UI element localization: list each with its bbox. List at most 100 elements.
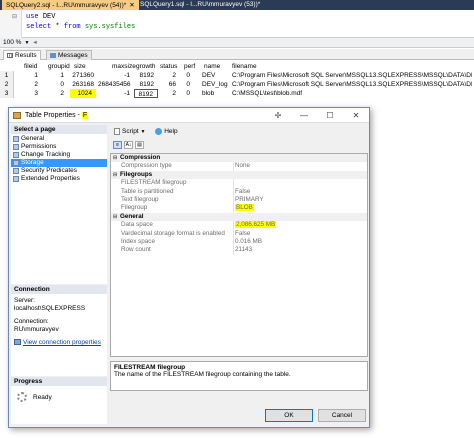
cell[interactable]: 2 [158, 71, 180, 80]
alphabetical-icon[interactable]: A↓ [124, 141, 133, 149]
column-header[interactable]: status [160, 62, 184, 71]
cell[interactable]: 1 [42, 71, 68, 80]
column-header[interactable]: fileid [24, 62, 46, 71]
ok-button[interactable]: OK [265, 409, 313, 422]
dialog-title-bar[interactable]: Table Properties - F ✢ — ☐ ✕ [9, 108, 369, 123]
page-icon [13, 144, 19, 150]
cell[interactable]: DEV_log [202, 80, 230, 89]
cell[interactable]: 0 [180, 80, 194, 89]
page-item-general[interactable]: General [11, 135, 107, 143]
property-row[interactable]: Compression type None [111, 162, 367, 171]
table-row[interactable]: 3 3 2 1024 -1 8192 2 0 blob C:\MSSQL\tes… [0, 89, 474, 98]
cell[interactable]: 2 [14, 80, 42, 89]
cell[interactable]: 0 [42, 80, 68, 89]
page-item-security-predicates[interactable]: Security Predicates [11, 167, 107, 175]
table-properties-dialog: Table Properties - F ✢ — ☐ ✕ Select a pa… [8, 107, 370, 428]
property-row-data-space[interactable]: Data space 2,086.625 MB [111, 221, 367, 230]
scroll-left-icon[interactable]: ◂ [33, 38, 36, 48]
dialog-buttons: OK Cancel [110, 409, 368, 425]
cell[interactable]: 2 [42, 89, 68, 98]
page-item-extended-properties[interactable]: Extended Properties [11, 175, 107, 183]
minimize-icon[interactable]: — [295, 108, 313, 123]
property-grid[interactable]: ⊟ Compression Compression type None ⊟ Fileg… [110, 153, 368, 357]
cell[interactable]: C:\Program Files\Microsoft SQL Server\MS… [232, 71, 472, 80]
property-row[interactable]: Vardecimal storage format is enabled Fals… [111, 229, 367, 238]
maximize-icon[interactable]: ☐ [321, 108, 339, 123]
tab-results[interactable]: Results [3, 50, 41, 60]
progress-status: Ready [33, 394, 52, 401]
connection-properties-icon [14, 339, 21, 346]
property-row[interactable]: Row count 21143 [111, 246, 367, 255]
cell[interactable]: 271360 [68, 71, 98, 80]
property-row[interactable]: FILESTREAM filegroup [111, 179, 367, 188]
help-button[interactable]: Help [155, 125, 178, 139]
cell[interactable]: 8192 [134, 80, 158, 89]
table-row[interactable]: 1 1 1 271360 -1 8192 2 0 DEV C:\Program … [0, 71, 474, 80]
page-icon [13, 152, 19, 158]
page-item-permissions[interactable]: Permissions [11, 143, 107, 151]
description-title: FILESTREAM filegroup [114, 364, 186, 371]
close-icon[interactable]: ✕ [129, 2, 134, 9]
cell-selected[interactable]: 8192 [134, 89, 158, 98]
column-header[interactable]: filename [232, 62, 272, 71]
progress-spinner-icon [17, 392, 27, 402]
property-row[interactable]: Index space 0.016 MB [111, 237, 367, 247]
query-editor[interactable]: ⊟ use DEV select * from sys.sysfiles [0, 10, 474, 38]
script-button[interactable]: Script ▼ [114, 125, 145, 139]
description-text: The name of the FILESTREAM filegroup con… [114, 371, 291, 378]
cancel-button[interactable]: Cancel [318, 409, 366, 422]
column-header[interactable]: name [204, 62, 224, 71]
row-number[interactable]: 1 [0, 71, 14, 80]
tab-messages[interactable]: Messages [46, 50, 92, 60]
property-row[interactable]: Table is partitioned False [111, 187, 367, 196]
property-row[interactable]: Text filegroup PRIMARY [111, 195, 367, 205]
property-category[interactable]: ⊟ General [111, 212, 367, 222]
tab-sqlquery1[interactable]: SQLQuery1.sql - I...RU\mmuravyev (53))* [136, 0, 264, 10]
page-item-change-tracking[interactable]: Change Tracking [11, 151, 107, 159]
connection-header: Connection [11, 285, 107, 294]
property-category[interactable]: ⊟ Compression [111, 154, 367, 163]
collapse-icon[interactable]: ⊟ [113, 213, 117, 221]
cell[interactable]: 66 [158, 80, 180, 89]
cell[interactable]: -1 [98, 89, 134, 98]
column-header[interactable]: groupid [48, 62, 72, 71]
zoom-select[interactable]: 100 % [3, 39, 21, 46]
resize-icon[interactable]: ✢ [269, 108, 287, 123]
left-pane: Select a page General Permissions Change… [11, 125, 107, 425]
cell[interactable]: -1 [98, 71, 134, 80]
cell[interactable]: C:\Program Files\Microsoft SQL Server\MS… [232, 80, 472, 89]
cell[interactable]: 268435456 [98, 80, 134, 89]
cell-size-highlighted[interactable]: 1024 [70, 89, 96, 98]
table-row[interactable]: 2 2 0 263168 268435456 8192 66 0 DEV_log… [0, 80, 474, 89]
tab-sqlquery2[interactable]: SQLQuery2.sql - I...RU\mmuravyev (54))* ✕ [2, 0, 139, 10]
cell[interactable]: 0 [180, 89, 194, 98]
chevron-down-icon[interactable]: ▼ [24, 38, 29, 48]
cell[interactable]: C:\MSSQL\test\blob.mdf [232, 89, 472, 98]
cell[interactable]: 1 [14, 71, 42, 80]
property-pages-icon[interactable]: ▤ [135, 141, 144, 149]
view-connection-properties-link[interactable]: View connection properties [14, 339, 104, 347]
column-header[interactable]: perf [184, 62, 202, 71]
categorized-icon[interactable]: ≡ [113, 141, 122, 149]
row-number[interactable]: 2 [0, 80, 14, 89]
progress-section: Progress Ready [11, 377, 107, 424]
column-header[interactable]: size [74, 62, 104, 71]
cell[interactable]: 8192 [134, 71, 158, 80]
cell[interactable]: 0 [180, 71, 194, 80]
property-description: FILESTREAM filegroup The name of the FIL… [110, 361, 368, 391]
property-category[interactable]: ⊟ Filegroups [111, 170, 367, 180]
close-icon[interactable]: ✕ [347, 108, 365, 123]
cell[interactable]: blob [202, 89, 230, 98]
code-line-2: select * from sys.sysfiles [26, 23, 136, 31]
cell[interactable]: 3 [14, 89, 42, 98]
cell[interactable]: 263168 [68, 80, 98, 89]
row-number[interactable]: 3 [0, 89, 14, 98]
page-icon [13, 168, 19, 174]
page-item-storage[interactable]: Storage [11, 159, 107, 167]
property-row-filegroup[interactable]: Filegroup BLOB [111, 204, 367, 213]
cell[interactable]: 2 [158, 89, 180, 98]
collapse-icon[interactable]: ⊟ [113, 154, 117, 162]
collapse-icon[interactable]: ⊟ [113, 171, 117, 179]
collapse-icon[interactable]: ⊟ [12, 13, 17, 20]
cell[interactable]: DEV [202, 71, 230, 80]
